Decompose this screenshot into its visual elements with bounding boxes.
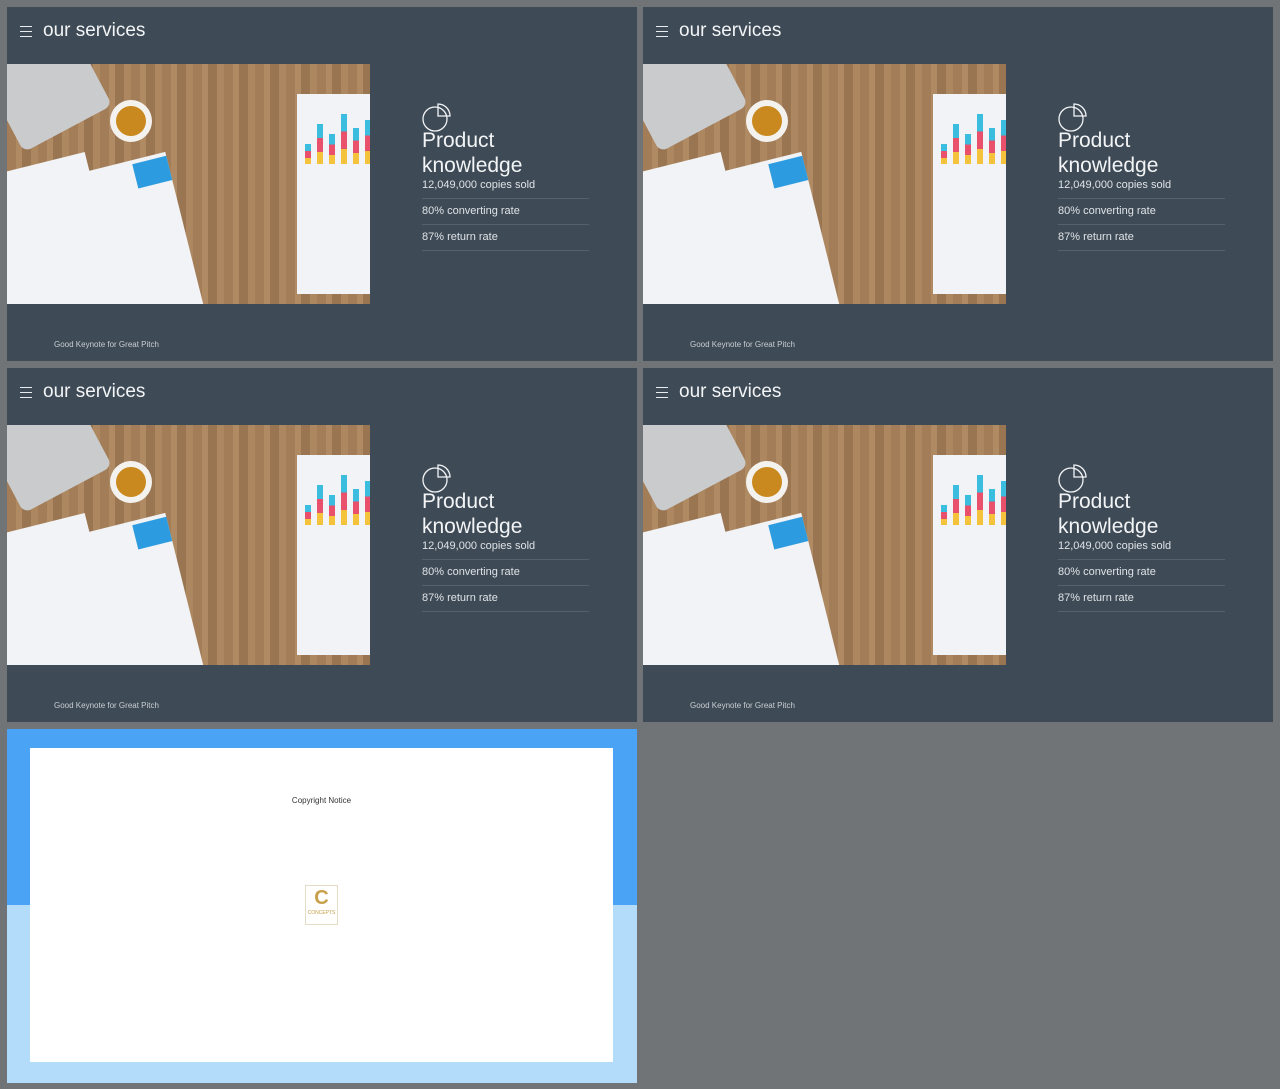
- concepts-logo: C CONCEPTS: [305, 885, 338, 925]
- logo-letter: C: [314, 887, 329, 909]
- hamburger-icon: [20, 387, 32, 398]
- slide-title: our services: [679, 20, 782, 41]
- product-heading: Product knowledge: [422, 489, 522, 539]
- product-heading: Product knowledge: [1058, 489, 1158, 539]
- heading-line-1: Product: [1058, 490, 1131, 513]
- copyright-notice: Copyright Notice: [291, 796, 352, 805]
- slide-title: our services: [43, 381, 146, 402]
- heading-line-1: Product: [422, 490, 495, 513]
- desk-photo: [643, 64, 1006, 304]
- stat-copies-sold: 12,049,000 copies sold: [1058, 173, 1225, 199]
- slide-footer: Good Keynote for Great Pitch: [690, 701, 795, 710]
- stat-copies-sold: 12,049,000 copies sold: [422, 173, 589, 199]
- stat-converting-rate: 80% converting rate: [1058, 199, 1225, 225]
- slide-footer: Good Keynote for Great Pitch: [54, 701, 159, 710]
- stat-converting-rate: 80% converting rate: [422, 199, 589, 225]
- slide-thumbnail[interactable]: our services Product knowledge 12,049,00…: [643, 7, 1273, 361]
- copyright-card: Copyright Notice C CONCEPTS: [30, 748, 613, 1062]
- logo-text: CONCEPTS: [307, 910, 336, 916]
- slide-thumbnail[interactable]: our services Product knowledge 12,049,00…: [7, 368, 637, 722]
- slide-title: our services: [679, 381, 782, 402]
- desk-photo: [643, 425, 1006, 665]
- product-heading: Product knowledge: [1058, 128, 1158, 178]
- stat-return-rate: 87% return rate: [422, 586, 589, 612]
- desk-photo: [7, 64, 370, 304]
- stat-converting-rate: 80% converting rate: [1058, 560, 1225, 586]
- heading-line-1: Product: [1058, 129, 1131, 152]
- copyright-slide[interactable]: Copyright Notice C CONCEPTS: [7, 729, 637, 1083]
- stat-return-rate: 87% return rate: [1058, 225, 1225, 251]
- hamburger-icon: [656, 387, 668, 398]
- stat-copies-sold: 12,049,000 copies sold: [422, 534, 589, 560]
- hamburger-icon: [656, 26, 668, 37]
- desk-photo: [7, 425, 370, 665]
- stat-return-rate: 87% return rate: [422, 225, 589, 251]
- stat-copies-sold: 12,049,000 copies sold: [1058, 534, 1225, 560]
- heading-line-1: Product: [422, 129, 495, 152]
- slide-footer: Good Keynote for Great Pitch: [54, 340, 159, 349]
- product-heading: Product knowledge: [422, 128, 522, 178]
- slide-thumbnail[interactable]: our services Product knowledge 12,049,00…: [643, 368, 1273, 722]
- stat-return-rate: 87% return rate: [1058, 586, 1225, 612]
- hamburger-icon: [20, 26, 32, 37]
- slide-footer: Good Keynote for Great Pitch: [690, 340, 795, 349]
- slide-title: our services: [43, 20, 146, 41]
- slide-thumbnail[interactable]: our services Product knowledge 12,049,00…: [7, 7, 637, 361]
- stat-converting-rate: 80% converting rate: [422, 560, 589, 586]
